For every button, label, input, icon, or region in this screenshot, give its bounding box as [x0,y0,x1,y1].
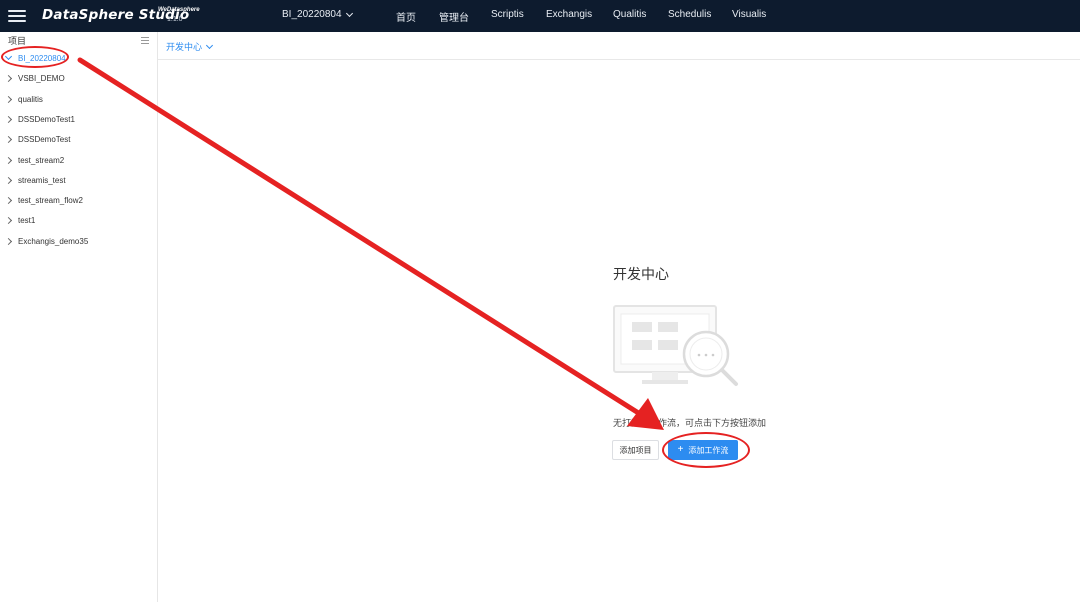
sidebar-item-label: test1 [18,215,36,225]
tab-dev-center[interactable]: 开发中心 [166,40,214,53]
sidebar-item-label: test_stream2 [18,155,65,165]
chevron-right-icon [4,237,13,245]
sidebar-item-vsbi-demo[interactable]: VSBI_DEMO [0,68,157,88]
sidebar-item-test-stream-flow2[interactable]: test_stream_flow2 [0,190,157,210]
sidebar-item-label: VSBI_DEMO [18,73,65,83]
empty-state-title: 开发中心 [613,266,669,282]
annotation-arrow-icon [77,57,664,430]
sidebar-item-streamis-test[interactable]: streamis_test [0,170,157,190]
chevron-right-icon [4,196,13,204]
chevron-right-icon [4,74,13,82]
chevron-down-icon [345,9,353,17]
chevron-right-icon [4,135,13,143]
nav-home[interactable]: 首页 [396,9,416,24]
app-version: 1.1.0 [167,16,183,23]
add-project-button[interactable]: 添加项目 [612,440,659,460]
nav-visualis[interactable]: Visualis [732,9,766,20]
sidebar-item-label: streamis_test [18,175,66,185]
chevron-right-icon [4,95,13,103]
brand-superscript: WeDatasphere [158,7,200,13]
sidebar-item-qualitis[interactable]: qualitis [0,89,157,109]
nav-exchangis[interactable]: Exchangis [546,9,592,20]
chevron-down-icon [205,41,214,49]
nav-schedulis[interactable]: Schedulis [668,9,711,20]
top-nav-bar: DataSphere Studio WeDatasphere 1.1.0 BI_… [0,0,1080,32]
sidebar-item-test1[interactable]: test1 [0,210,157,230]
nav-qualitis[interactable]: Qualitis [613,9,646,20]
annotation-circle-project [1,46,69,68]
sidebar-item-dssdemotest[interactable]: DSSDemoTest [0,129,157,149]
nav-scriptis[interactable]: Scriptis [491,9,524,20]
project-switcher[interactable]: BI_20220804 [282,9,353,20]
nav-admin[interactable]: 管理台 [439,9,469,24]
sidebar-item-label: test_stream_flow2 [18,195,83,205]
list-menu-icon[interactable] [141,37,149,44]
sidebar-item-label: DSSDemoTest1 [18,114,75,124]
chevron-right-icon [4,156,13,164]
chevron-right-icon [4,176,13,184]
chevron-right-icon [4,216,13,224]
chevron-right-icon [4,115,13,123]
empty-state-message: 无打开的工作流，可点击下方按钮添加 [613,418,767,428]
workspace-tab-bar: 开发中心 [158,32,1080,60]
annotation-circle-button [662,432,750,468]
hamburger-menu-icon[interactable] [8,6,26,26]
sidebar-item-dssdemotest1[interactable]: DSSDemoTest1 [0,109,157,129]
sidebar-item-exchangis-demo35[interactable]: Exchangis_demo35 [0,231,157,251]
sidebar-item-label: Exchangis_demo35 [18,236,89,246]
sidebar-item-test-stream2[interactable]: test_stream2 [0,150,157,170]
sidebar-item-label: qualitis [18,94,43,104]
sidebar-title: 项目 [8,36,27,46]
sidebar-item-label: DSSDemoTest [18,134,71,144]
tab-label: 开发中心 [166,42,203,52]
current-project-label: BI_20220804 [282,9,342,20]
empty-monitor-search-icon [613,305,738,386]
